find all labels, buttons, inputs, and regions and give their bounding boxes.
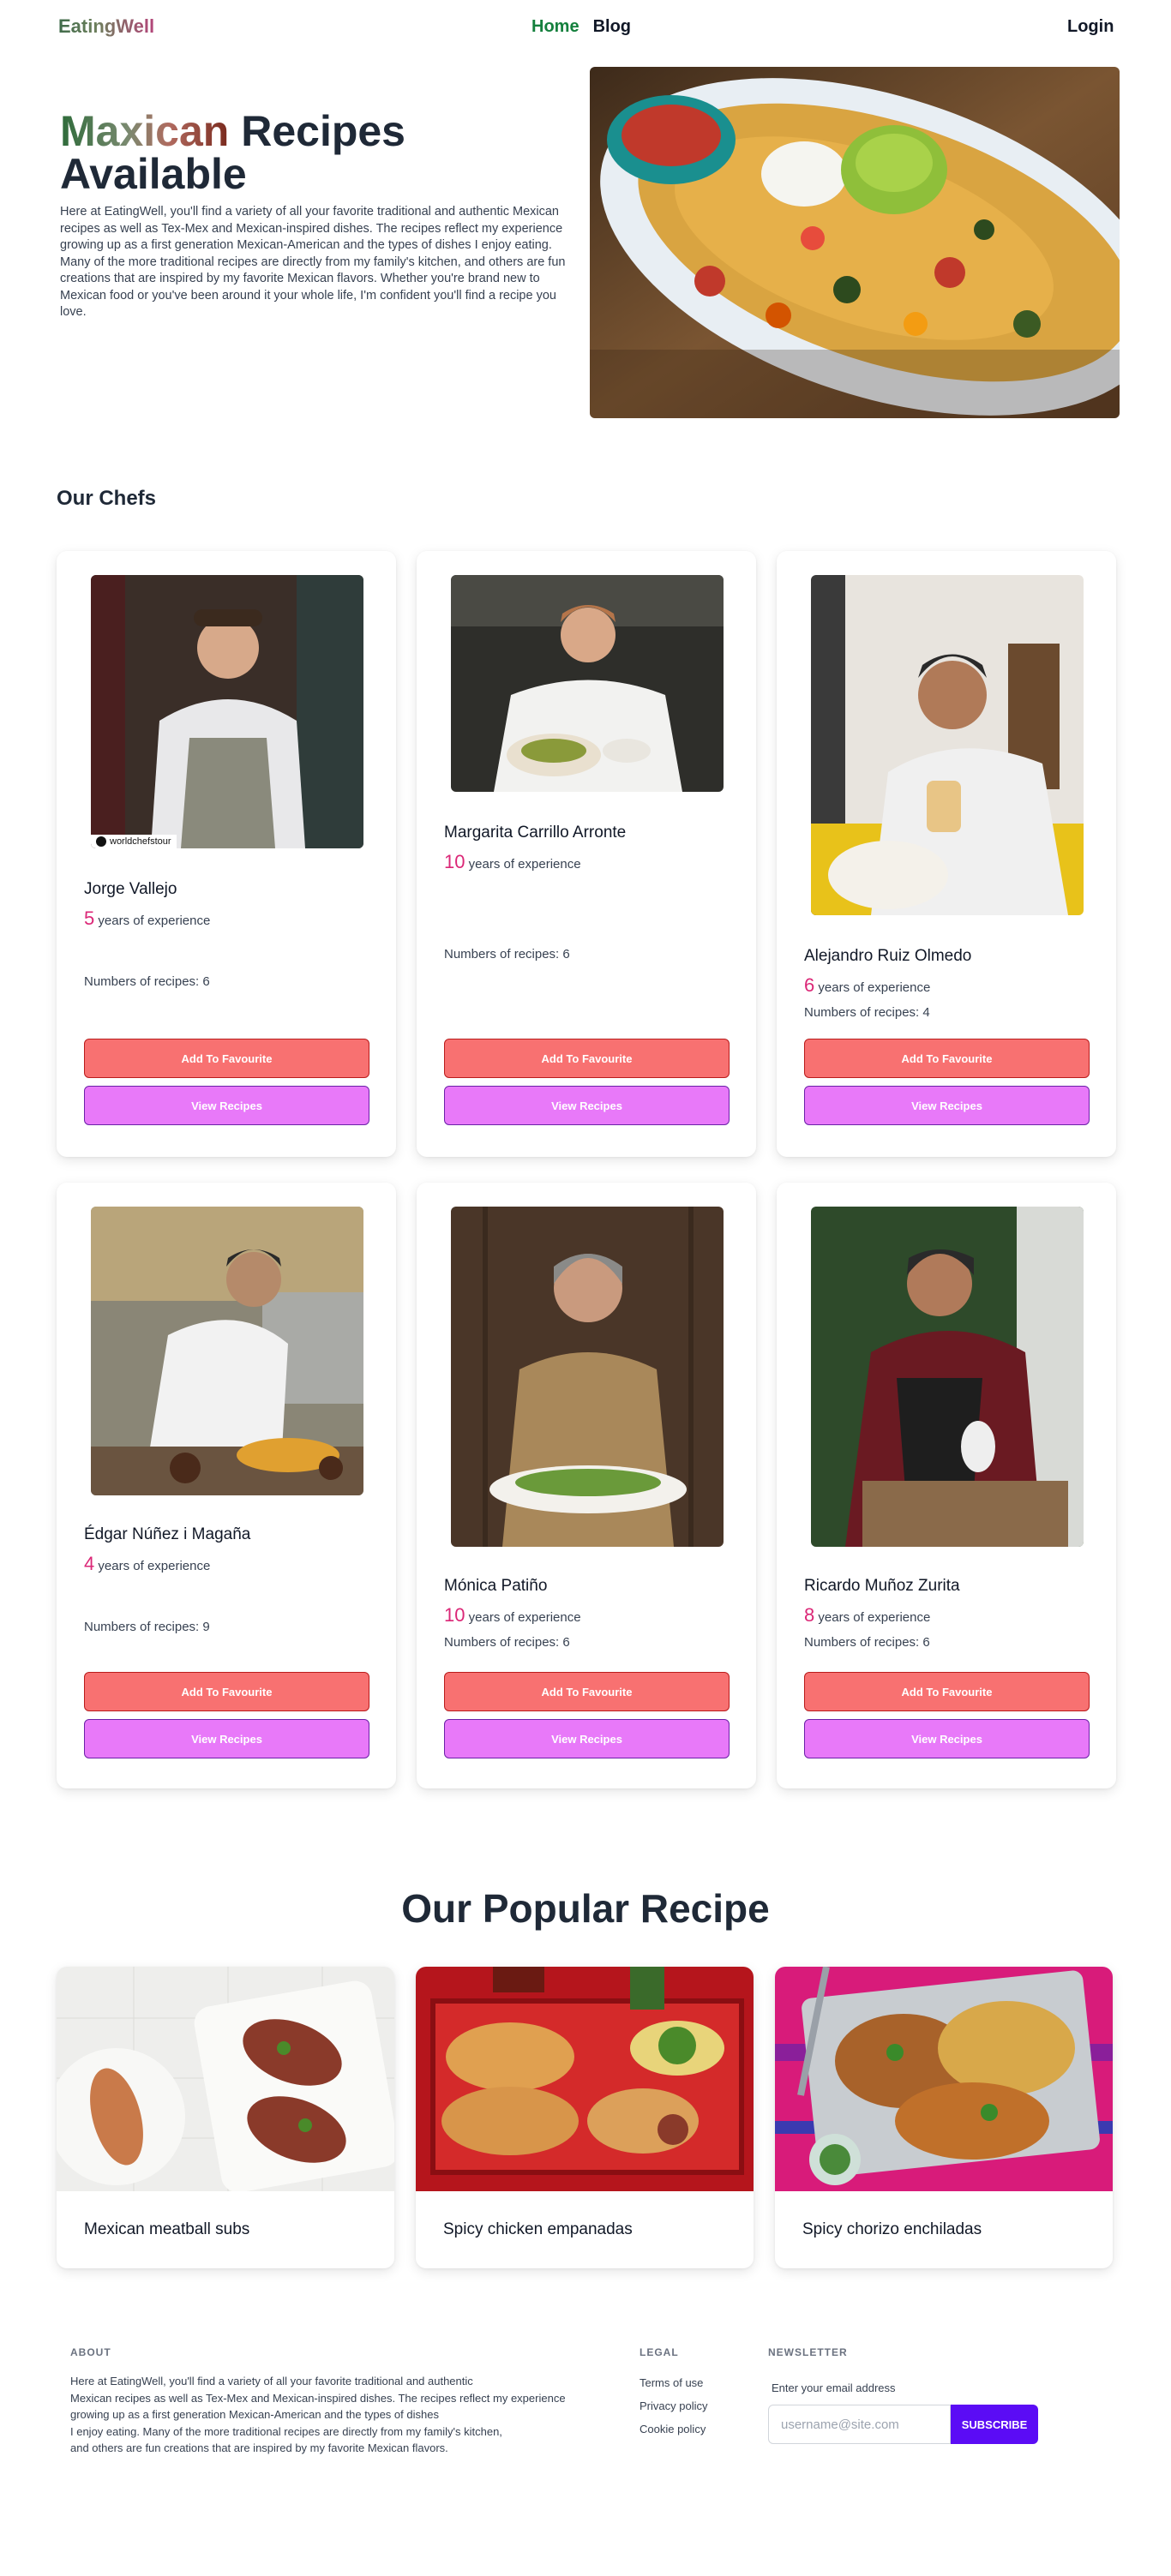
terms-of-use-link[interactable]: Terms of use <box>640 2371 707 2394</box>
privacy-policy-link[interactable]: Privacy policy <box>640 2394 707 2417</box>
view-recipes-button[interactable]: View Recipes <box>444 1086 730 1125</box>
experience-label: years of experience <box>98 914 211 928</box>
chef-photo <box>451 1207 724 1547</box>
chef-card: Margarita Carrillo Arronte 10 years of e… <box>417 551 756 1157</box>
footer-about-line: and others are fun creations that are in… <box>70 2441 448 2454</box>
footer-about-line: growing up as a first generation Mexican… <box>70 2408 439 2421</box>
experience-label: years of experience <box>818 1610 931 1625</box>
chef-card: Mónica Patiño 10 years of experience Num… <box>417 1183 756 1788</box>
instagram-icon <box>96 836 106 847</box>
footer-about-line: Here at EatingWell, you'll find a variet… <box>70 2375 473 2387</box>
subscribe-button[interactable]: SUBSCRIBE <box>951 2405 1038 2444</box>
newsletter-email-label: Enter your email address <box>772 2381 896 2394</box>
footer-legal-heading: LEGAL <box>640 2346 679 2358</box>
experience-years: 4 <box>84 1553 95 1574</box>
view-recipes-button[interactable]: View Recipes <box>84 1086 369 1125</box>
chef-experience: 6 years of experience <box>804 974 930 997</box>
recipe-image <box>416 1967 754 2191</box>
chef-recipes-count: Numbers of recipes: 9 <box>84 1620 210 1634</box>
chef-recipes-count: Numbers of recipes: 6 <box>84 974 210 989</box>
newsletter-email-input[interactable] <box>768 2405 951 2444</box>
view-recipes-button[interactable]: View Recipes <box>84 1719 369 1758</box>
experience-years: 5 <box>84 908 95 929</box>
chef-recipes-count: Numbers of recipes: 4 <box>804 1005 930 1020</box>
view-recipes-button[interactable]: View Recipes <box>444 1719 730 1758</box>
photo-credit-badge: worldchefstour <box>91 835 177 848</box>
nav-blog-link[interactable]: Blog <box>593 17 631 37</box>
chef-experience: 10 years of experience <box>444 851 581 873</box>
chef-recipes-count: Numbers of recipes: 6 <box>444 947 570 962</box>
experience-label: years of experience <box>818 980 931 995</box>
footer-legal-links: Terms of use Privacy policy Cookie polic… <box>640 2371 707 2441</box>
cookie-policy-link[interactable]: Cookie policy <box>640 2417 707 2441</box>
chef-name: Mónica Patiño <box>444 1577 548 1595</box>
experience-label: years of experience <box>468 1610 581 1625</box>
login-link[interactable]: Login <box>1067 17 1114 37</box>
chef-recipes-count: Numbers of recipes: 6 <box>804 1635 930 1650</box>
recipe-name: Spicy chicken empanadas <box>443 2220 633 2238</box>
recipe-image <box>775 1967 1113 2191</box>
chef-card: Ricardo Muñoz Zurita 8 years of experien… <box>777 1183 1116 1788</box>
add-to-favourite-button[interactable]: Add To Favourite <box>804 1672 1090 1711</box>
recipe-card[interactable]: Spicy chorizo enchiladas <box>775 1967 1113 2268</box>
chef-experience: 4 years of experience <box>84 1553 210 1575</box>
add-to-favourite-button[interactable]: Add To Favourite <box>444 1039 730 1078</box>
nav-links: Home Blog <box>531 17 631 37</box>
chef-photo <box>811 575 1084 915</box>
add-to-favourite-button[interactable]: Add To Favourite <box>84 1039 369 1078</box>
recipe-image <box>57 1967 394 2193</box>
chef-recipes-count: Numbers of recipes: 6 <box>444 1635 570 1650</box>
footer-about-line: I enjoy eating. Many of the more traditi… <box>70 2424 502 2438</box>
experience-label: years of experience <box>98 1559 211 1573</box>
footer-newsletter-heading: NEWSLETTER <box>768 2346 848 2358</box>
recipe-name: Spicy chorizo enchiladas <box>802 2220 982 2238</box>
experience-years: 8 <box>804 1604 815 1626</box>
top-nav: EatingWell Home Blog Login <box>0 0 1171 57</box>
experience-years: 10 <box>444 851 465 872</box>
chef-experience: 10 years of experience <box>444 1604 581 1626</box>
recipe-name: Mexican meatball subs <box>84 2220 250 2238</box>
view-recipes-button[interactable]: View Recipes <box>804 1719 1090 1758</box>
view-recipes-button[interactable]: View Recipes <box>804 1086 1090 1125</box>
add-to-favourite-button[interactable]: Add To Favourite <box>84 1672 369 1711</box>
hero-title: Maxican Recipes Available <box>60 110 574 195</box>
chef-photo <box>451 575 724 792</box>
photo-credit: worldchefstour <box>110 836 171 847</box>
popular-section-title: Our Popular Recipe <box>401 1886 770 1931</box>
chef-photo <box>811 1207 1084 1547</box>
recipe-card[interactable]: Mexican meatball subs <box>57 1967 394 2268</box>
footer-about-text: Here at EatingWell, you'll find a variet… <box>70 2373 585 2457</box>
experience-years: 6 <box>804 974 815 996</box>
hero-title-highlight: Maxican <box>60 107 230 155</box>
chef-photo: worldchefstour <box>91 575 363 848</box>
add-to-favourite-button[interactable]: Add To Favourite <box>444 1672 730 1711</box>
site-logo[interactable]: EatingWell <box>58 15 154 38</box>
chefs-section-title: Our Chefs <box>57 487 157 510</box>
chef-experience: 5 years of experience <box>84 908 210 930</box>
chef-name: Jorge Vallejo <box>84 880 177 898</box>
chef-name: Margarita Carrillo Arronte <box>444 824 627 842</box>
chef-card: worldchefstour Jorge Vallejo 5 years of … <box>57 551 396 1157</box>
chef-name: Alejandro Ruiz Olmedo <box>804 947 972 965</box>
experience-label: years of experience <box>468 857 581 872</box>
experience-years: 10 <box>444 1604 465 1626</box>
nav-home-link[interactable]: Home <box>531 17 579 37</box>
chef-card: Édgar Núñez i Magaña 4 years of experien… <box>57 1183 396 1788</box>
hero-nachos-image <box>590 67 1120 418</box>
add-to-favourite-button[interactable]: Add To Favourite <box>804 1039 1090 1078</box>
footer-about-line: Mexican recipes as well as Tex-Mex and M… <box>70 2391 566 2405</box>
chef-name: Édgar Núñez i Magaña <box>84 1525 251 1543</box>
hero-description: Here at EatingWell, you'll find a variet… <box>60 205 566 319</box>
chef-card: Alejandro Ruiz Olmedo 6 years of experie… <box>777 551 1116 1157</box>
chef-experience: 8 years of experience <box>804 1604 930 1626</box>
footer-about-heading: ABOUT <box>70 2346 111 2358</box>
chef-name: Ricardo Muñoz Zurita <box>804 1577 960 1595</box>
chef-photo <box>91 1207 363 1495</box>
recipe-card[interactable]: Spicy chicken empanadas <box>416 1967 754 2268</box>
